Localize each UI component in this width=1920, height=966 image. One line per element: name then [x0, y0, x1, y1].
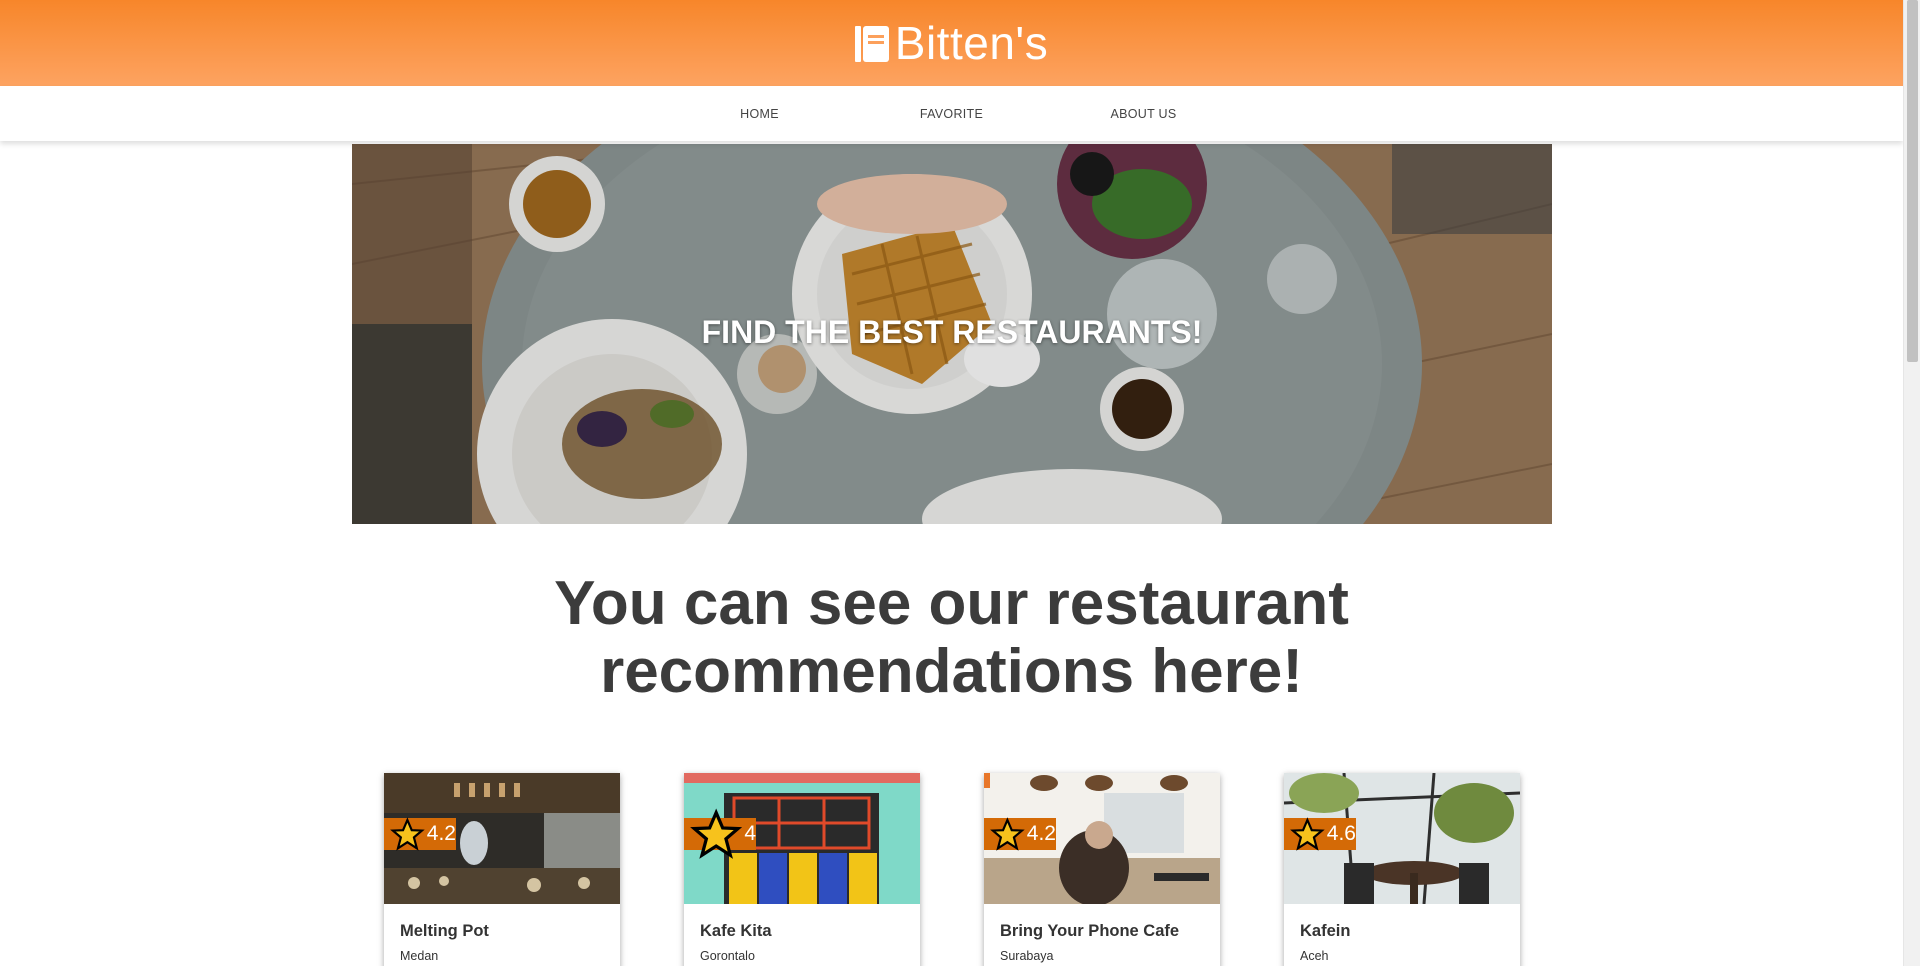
brand-logo[interactable]: Bitten's: [854, 17, 1049, 69]
restaurant-card[interactable]: 4.2 Melting Pot Medan: [384, 773, 620, 966]
rating-badge: 4.2: [384, 816, 456, 851]
rating-value: 4.2: [426, 822, 456, 845]
star-icon: [1290, 816, 1325, 851]
restaurant-name[interactable]: Kafe Kita: [700, 922, 904, 941]
restaurant-card[interactable]: 4 Kafe Kita Gorontalo: [684, 773, 920, 966]
rating-badge: 4: [684, 808, 756, 859]
app-header: Bitten's: [0, 0, 1903, 86]
restaurant-name[interactable]: Kafein: [1300, 922, 1504, 941]
restaurant-city: Aceh: [1300, 949, 1329, 963]
rating-value: 4.6: [1326, 822, 1356, 845]
main-nav: HOME FAVORITE ABOUT US: [0, 86, 1903, 141]
nav-home[interactable]: HOME: [740, 107, 779, 121]
page: Bitten's HOME FAVORITE ABOUT US FIND THE…: [0, 0, 1903, 966]
restaurant-image: 4.2: [384, 773, 620, 904]
restaurant-image: 4.2: [984, 773, 1220, 904]
restaurant-city: Surabaya: [1000, 949, 1054, 963]
restaurant-city: Gorontalo: [700, 949, 755, 963]
notebook-icon: [854, 24, 889, 62]
restaurant-name[interactable]: Bring Your Phone Cafe: [1000, 922, 1204, 941]
rating-badge: 4.6: [1284, 816, 1356, 851]
restaurant-list: 4.2 Melting Pot Medan 4 Kafe Kita Goront…: [384, 773, 1520, 966]
restaurant-image: 4.6: [1284, 773, 1520, 904]
nav-about-us[interactable]: ABOUT US: [1110, 107, 1176, 121]
nav-favorite[interactable]: FAVORITE: [920, 107, 983, 121]
restaurant-card[interactable]: 4.2 Bring Your Phone Cafe Surabaya: [984, 773, 1220, 966]
section-heading: You can see our restaurant recommendatio…: [554, 569, 1349, 706]
scrollbar-thumb[interactable]: [1907, 0, 1918, 362]
restaurant-city: Medan: [400, 949, 439, 963]
hero-banner: FIND THE BEST RESTAURANTS!: [352, 144, 1552, 524]
star-icon: [990, 816, 1025, 851]
restaurant-image: 4: [684, 773, 920, 904]
rating-value: 4: [744, 822, 756, 845]
brand-name: Bitten's: [894, 17, 1049, 69]
restaurant-card[interactable]: 4.6 Kafein Aceh: [1284, 773, 1520, 966]
star-icon: [390, 816, 425, 851]
rating-badge: 4.2: [984, 816, 1056, 851]
hero-title: FIND THE BEST RESTAURANTS!: [701, 314, 1203, 350]
vertical-scrollbar[interactable]: [1903, 0, 1920, 966]
restaurant-name[interactable]: Melting Pot: [400, 922, 604, 941]
star-icon: [690, 808, 743, 859]
rating-value: 4.2: [1026, 822, 1056, 845]
